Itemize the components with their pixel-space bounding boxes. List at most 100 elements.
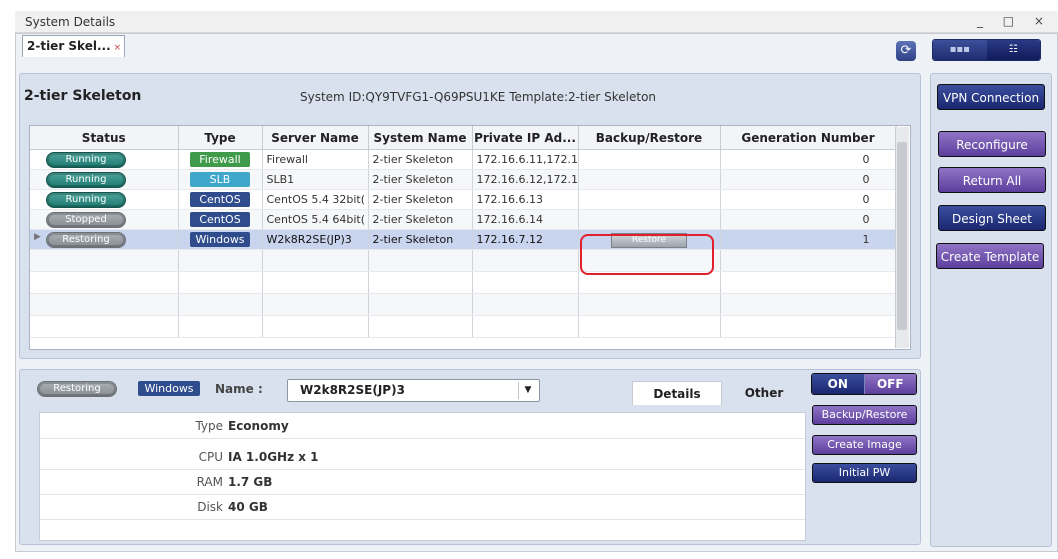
type-cell: SLB xyxy=(178,169,263,190)
server-name-select[interactable]: W2k8R2SE(JP)3 ▼ xyxy=(287,379,540,402)
view-list-icon[interactable]: ☷ xyxy=(986,40,1040,60)
type-badge: Firewall xyxy=(190,152,250,167)
server-name-cell: CentOS 5.4 64bit( xyxy=(262,209,369,230)
table-row[interactable]: Running SLB SLB1 2-tier Skeleton 172.16.6.12… xyxy=(30,169,897,190)
spec-row-ram: RAM 1.7 GB xyxy=(40,469,805,495)
empty-cell xyxy=(720,293,897,316)
generation-cell: 0 xyxy=(720,149,897,170)
spec-value: 40 GB xyxy=(228,500,268,514)
empty-cell xyxy=(30,271,179,294)
col-type[interactable]: Type xyxy=(178,126,263,150)
detail-type-badge: Windows xyxy=(138,381,200,396)
col-generation-number[interactable]: Generation Number xyxy=(720,126,897,150)
view-grid-icon[interactable]: ▪▪▪ xyxy=(933,40,987,60)
server-grid: Status Type Server Name System Name Priv… xyxy=(29,125,911,350)
private-ip-cell: 172.16.6.13 xyxy=(472,189,579,210)
spec-row-disk: Disk 40 GB xyxy=(40,494,805,520)
refresh-icon[interactable]: ⟳ xyxy=(896,41,916,61)
col-server-name[interactable]: Server Name xyxy=(262,126,369,150)
type-badge: SLB xyxy=(190,172,250,187)
tab-details[interactable]: Details xyxy=(632,381,722,405)
grid-scroll-thumb[interactable] xyxy=(897,142,907,330)
spec-label: Type xyxy=(195,419,223,433)
empty-cell xyxy=(578,293,721,316)
empty-cell xyxy=(368,315,473,338)
generation-cell: 0 xyxy=(720,169,897,190)
power-on-button[interactable]: ON xyxy=(812,374,865,394)
empty-cell xyxy=(178,249,263,272)
type-badge: Windows xyxy=(190,232,250,247)
empty-row xyxy=(30,249,897,272)
spec-label: CPU xyxy=(198,450,223,464)
empty-cell xyxy=(30,315,179,338)
empty-cell xyxy=(30,249,179,272)
col-private-ip[interactable]: Private IP Ad... xyxy=(472,126,579,150)
reconfigure-button[interactable]: Reconfigure xyxy=(938,131,1046,157)
empty-cell xyxy=(178,271,263,294)
return-all-button[interactable]: Return All xyxy=(938,167,1046,193)
private-ip-cell: 172.16.6.12,172.16.7 xyxy=(472,169,579,190)
empty-cell xyxy=(368,293,473,316)
design-sheet-button[interactable]: Design Sheet xyxy=(938,205,1046,231)
chevron-down-icon[interactable]: ▼ xyxy=(518,382,537,399)
col-status[interactable]: Status xyxy=(30,126,179,150)
spec-label: RAM xyxy=(196,475,223,489)
status-badge: Running xyxy=(46,151,126,168)
empty-cell xyxy=(368,249,473,272)
create-template-button[interactable]: Create Template xyxy=(936,243,1044,269)
server-name-cell: SLB1 xyxy=(262,169,369,190)
spec-value: 1.7 GB xyxy=(228,475,273,489)
private-ip-cell: 172.16.7.12 xyxy=(472,229,579,250)
col-backup-restore[interactable]: Backup/Restore xyxy=(578,126,721,150)
col-system-name[interactable]: System Name xyxy=(368,126,473,150)
backup-restore-button[interactable]: Backup/Restore xyxy=(812,405,917,425)
tab-label: 2-tier Skel... xyxy=(27,39,111,53)
tab-close-icon[interactable]: × xyxy=(114,43,122,53)
initial-pw-button[interactable]: Initial PW xyxy=(812,463,917,483)
empty-row xyxy=(30,293,897,316)
name-label: Name : xyxy=(215,382,263,396)
system-info: System ID:QY9TVFG1-Q69PSU1KE Template:2-… xyxy=(300,90,657,104)
generation-cell: 0 xyxy=(720,189,897,210)
spec-label: Disk xyxy=(197,500,223,514)
system-name-cell: 2-tier Skeleton xyxy=(368,189,473,210)
backup-restore-cell xyxy=(578,189,721,210)
type-cell: CentOS xyxy=(178,209,263,230)
status-badge: Running xyxy=(46,191,126,208)
empty-cell xyxy=(720,315,897,338)
window-titlebar: System Details _ □ × xyxy=(15,11,1058,33)
tab-other[interactable]: Other xyxy=(722,381,806,405)
backup-restore-cell xyxy=(578,209,721,230)
type-badge: CentOS xyxy=(190,212,250,227)
generation-cell: 0 xyxy=(720,209,897,230)
table-row[interactable]: Stopped CentOS CentOS 5.4 64bit(2-tier Ske… xyxy=(30,209,897,230)
status-cell: Running xyxy=(30,169,179,190)
window-controls[interactable]: _ □ × xyxy=(977,14,1052,28)
grid-header-row: Status Type Server Name System Name Priv… xyxy=(30,126,897,150)
table-row[interactable]: Running Firewall Firewall 2-tier Skeleton 17… xyxy=(30,149,897,170)
row-pointer-icon: ▶ xyxy=(34,231,41,242)
detail-status-label: Restoring xyxy=(37,381,117,397)
type-cell: Windows xyxy=(178,229,263,250)
server-name-cell: CentOS 5.4 32bit( xyxy=(262,189,369,210)
power-off-button[interactable]: OFF xyxy=(864,374,916,394)
window-title: System Details xyxy=(25,15,116,29)
status-cell: Stopped xyxy=(30,209,179,230)
empty-cell xyxy=(472,293,579,316)
empty-cell xyxy=(30,293,179,316)
type-cell: CentOS xyxy=(178,189,263,210)
table-row[interactable]: Running CentOS CentOS 5.4 32bit(2-tier Ske… xyxy=(30,189,897,210)
status-cell: Running xyxy=(30,189,179,210)
empty-row xyxy=(30,315,897,338)
spec-table: Type Economy CPU IA 1.0GHz x 1 RAM 1.7 G… xyxy=(39,412,806,541)
power-toggle[interactable]: ON OFF xyxy=(811,373,917,395)
vpn-connection-button[interactable]: VPN Connection xyxy=(937,84,1045,110)
generation-cell: 1 xyxy=(720,229,897,250)
table-row[interactable]: ▶ Restoring Windows W2k8R2SE(JP)3 2-tier Ske… xyxy=(30,229,897,250)
tab-system[interactable]: 2-tier Skel... × xyxy=(22,35,125,57)
create-image-button[interactable]: Create Image xyxy=(812,435,917,455)
empty-cell xyxy=(472,315,579,338)
spec-value: Economy xyxy=(228,419,289,433)
view-toggle[interactable]: ▪▪▪ ☷ xyxy=(932,39,1041,61)
spec-value: IA 1.0GHz x 1 xyxy=(228,450,319,464)
